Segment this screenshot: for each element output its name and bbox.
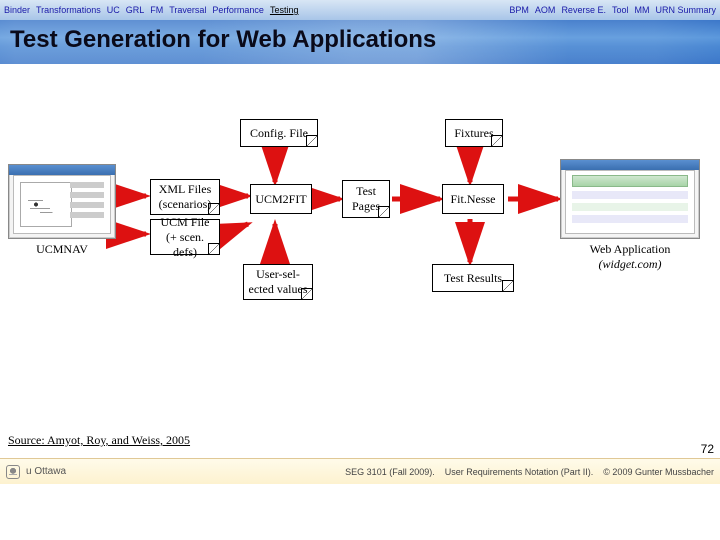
nav-binder[interactable]: Binder [4,5,30,15]
source-citation: Source: Amyot, Roy, and Weiss, 2005 [8,433,190,448]
nav-fm[interactable]: FM [150,5,163,15]
nav-testing[interactable]: Testing [270,5,299,15]
fitnesse-box: Fit.Nesse [442,184,504,214]
footer-doc: User Requirements Notation (Part II). [445,467,594,477]
footer-course: SEG 3101 (Fall 2009). [345,467,435,477]
nav-mm[interactable]: MM [634,5,649,15]
diagram-canvas: Config. File Fixtures UCMNAV XML Files (… [0,64,720,484]
user-selected-box: User-sel- ected values [243,264,313,300]
ucmnav-screenshot [8,164,116,239]
fixtures-box: Fixtures [445,119,503,147]
uottawa-logo-icon [6,465,20,479]
uottawa-text: u Ottawa [26,466,66,477]
nav-aom[interactable]: AOM [535,5,556,15]
webapp-screenshot [560,159,700,239]
top-nav: Binder Transformations UC GRL FM Travers… [0,0,720,20]
webapp-line2: (widget.com) [599,257,662,271]
config-file-box: Config. File [240,119,318,147]
nav-transformations[interactable]: Transformations [36,5,101,15]
nav-urn[interactable]: URN Summary [655,5,716,15]
ucmnav-caption: UCMNAV [8,242,116,257]
page-title: Test Generation for Web Applications [10,26,436,54]
test-pages-box: Test Pages [342,180,390,218]
nav-performance[interactable]: Performance [212,5,264,15]
webapp-line1: Web Application [590,242,671,256]
nav-traversal[interactable]: Traversal [169,5,206,15]
xml-files-box: XML Files (scenarios) [150,179,220,215]
flow-arrows [0,64,720,484]
nav-bpm[interactable]: BPM [509,5,529,15]
nav-grl[interactable]: GRL [126,5,145,15]
test-results-box: Test Results [432,264,514,292]
slide-number: 72 [701,442,714,456]
footer-strip: u Ottawa SEG 3101 (Fall 2009). User Requ… [0,458,720,484]
nav-tool[interactable]: Tool [612,5,629,15]
ucm2fit-box: UCM2FIT [250,184,312,214]
title-bar: Test Generation for Web Applications [0,20,720,64]
footer-copyright: © 2009 Gunter Mussbacher [603,467,714,477]
ucm-file-box: UCM File (+ scen. defs) [150,219,220,255]
webapp-caption: Web Application (widget.com) [570,242,690,272]
nav-reverse[interactable]: Reverse E. [561,5,606,15]
nav-uc[interactable]: UC [107,5,120,15]
